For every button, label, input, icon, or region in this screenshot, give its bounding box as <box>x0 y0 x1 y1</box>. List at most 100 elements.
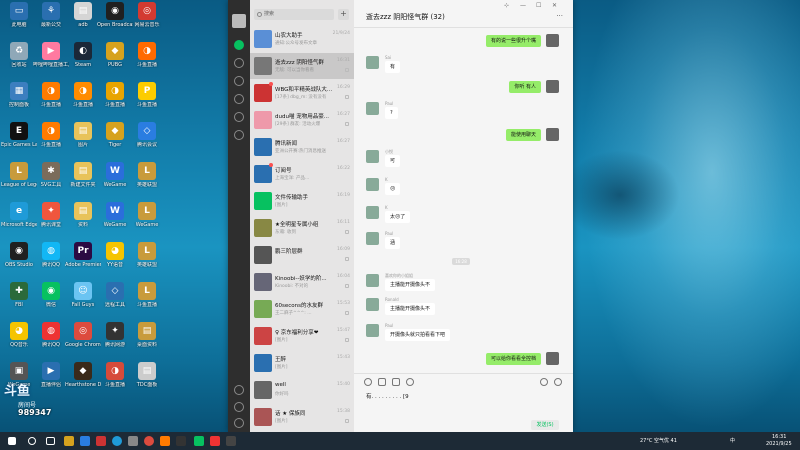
sender-avatar[interactable] <box>366 56 379 69</box>
taskbar-app-icon[interactable] <box>128 436 138 446</box>
desktop-icon[interactable]: ▤ TDC面板 <box>130 362 164 396</box>
taskbar-app-icon[interactable] <box>96 436 106 446</box>
received-message[interactable]: 主播能开摄像头不 <box>385 279 436 291</box>
sender-avatar[interactable] <box>366 298 379 311</box>
sender-avatar[interactable] <box>366 324 379 337</box>
maximize-button[interactable]: ☐ <box>536 2 541 9</box>
input-method[interactable]: 中 <box>730 437 735 444</box>
search-taskbar-icon[interactable] <box>28 437 36 445</box>
weather-widget[interactable]: 27°C 空气优 41 <box>640 437 677 444</box>
desktop-icon[interactable]: ◎ Google Chrome <box>65 322 101 356</box>
desktop-icon[interactable]: ▦ 控制面板 <box>2 82 36 116</box>
sender-avatar[interactable] <box>366 150 379 163</box>
start-icon[interactable] <box>8 437 16 445</box>
chat-nav-icon[interactable] <box>234 40 244 50</box>
chrome-icon[interactable] <box>144 436 154 446</box>
desktop-icon[interactable]: L 斗鱼直播 <box>130 282 164 316</box>
clock-time[interactable]: 16:31 <box>772 434 786 440</box>
desktop-icon[interactable]: P 斗鱼直播 <box>130 82 164 116</box>
desktop-icon[interactable]: ◆ PUBG <box>98 42 132 76</box>
desktop-icon[interactable]: ◕ YY语音 <box>98 242 132 276</box>
desktop-icon[interactable]: W WeGame <box>98 162 132 196</box>
desktop-icon[interactable]: e Microsoft Edge <box>1 202 37 236</box>
desktop-icon[interactable]: ◐ Steam <box>66 42 100 76</box>
received-message[interactable]: 涵 <box>385 237 401 249</box>
desktop-icon[interactable]: ◑ 斗鱼直播 <box>66 82 100 116</box>
desktop-icon[interactable]: ▤ 桌面资料 <box>130 322 164 356</box>
my-avatar[interactable] <box>546 34 559 47</box>
more-options-icon[interactable]: ··· <box>556 12 563 20</box>
favorites-nav-icon[interactable] <box>234 76 244 86</box>
desktop-icon[interactable]: E Epic Games Launcher <box>1 122 37 156</box>
conversation-item[interactable]: ♀ 京东福利分享❤ [图片] 15:47 <box>250 323 354 349</box>
conversation-item[interactable]: 王醉 [图片] 15:43 <box>250 350 354 376</box>
desktop-icon[interactable]: ✦ 腾讯网游 <box>98 322 132 356</box>
desktop-icon[interactable]: L 英雄联盟 <box>130 162 164 196</box>
conversation-item[interactable]: 山农大助手 通知:公众号发布文章 21/9/24 <box>250 26 354 52</box>
pin-icon[interactable]: ⊹ <box>504 2 509 9</box>
task-view-icon[interactable] <box>46 437 55 445</box>
taskbar-app-icon[interactable] <box>226 436 236 446</box>
douyu-icon[interactable] <box>160 436 170 446</box>
clock-date[interactable]: 2021/9/25 <box>766 441 792 447</box>
desktop-icon[interactable]: ✚ FBI <box>2 282 36 316</box>
my-avatar[interactable] <box>546 352 559 365</box>
sent-message[interactable]: 可以给你看看全控档 <box>485 353 541 365</box>
desktop-icon[interactable]: ▭ 此电脑 <box>2 2 36 36</box>
my-avatar[interactable] <box>546 80 559 93</box>
desktop-icon[interactable]: ◑ 斗鱼直播 <box>130 42 164 76</box>
sender-avatar[interactable] <box>366 206 379 219</box>
moments-nav-icon[interactable] <box>234 112 244 122</box>
desktop-icon[interactable]: ♻ 回收站 <box>2 42 36 76</box>
desktop-icon[interactable]: L League of Legends <box>1 162 37 196</box>
desktop-icon[interactable]: ▤ adb <box>66 2 100 36</box>
desktop-icon[interactable]: ◉ Open Broadcast... <box>97 2 133 36</box>
desktop-icon[interactable]: ◑ 斗鱼直播 <box>98 82 132 116</box>
phone-nav-icon[interactable] <box>234 385 244 395</box>
desktop-icon[interactable]: ◑ 斗鱼直播 <box>34 82 68 116</box>
desktop-icon[interactable]: ▤ 资料 <box>66 202 100 236</box>
sent-message[interactable]: 有的说一些很升个嘴 <box>485 35 541 47</box>
send-button[interactable]: 发送(S) <box>531 420 559 430</box>
received-message[interactable]: 可 <box>385 155 401 167</box>
chat-history-icon[interactable] <box>406 378 414 386</box>
conversation-item[interactable]: 订阅号 上海宝洋: 产品... 16:22 <box>250 161 354 187</box>
screenshot-icon[interactable] <box>392 378 400 386</box>
sender-avatar[interactable] <box>366 102 379 115</box>
desktop-icon[interactable]: ☺ Fall Guys <box>66 282 100 316</box>
sender-avatar[interactable] <box>366 274 379 287</box>
conversation-item[interactable]: dudu喵 宠物用品豪... [29条] 群友: 活动火爆 16:27 <box>250 107 354 133</box>
desktop-icon[interactable]: ◇ 腾讯会议 <box>130 122 164 156</box>
received-message[interactable]: 😐 <box>385 183 401 195</box>
sender-avatar[interactable] <box>366 178 379 191</box>
conversation-item[interactable]: well 你好吗 15:40 <box>250 377 354 403</box>
conversation-item[interactable]: WBG和平精英战队大... [17条] dbg_m: 没有没有 16:29 <box>250 80 354 106</box>
contacts-nav-icon[interactable] <box>234 58 244 68</box>
user-avatar[interactable] <box>232 14 246 28</box>
search-input[interactable]: 搜索 <box>254 9 334 20</box>
menu-nav-icon[interactable] <box>234 418 244 428</box>
desktop-icon[interactable]: ✦ 腾讯课堂 <box>34 202 68 236</box>
received-message[interactable]: ? <box>385 107 398 119</box>
emoji-icon[interactable] <box>364 378 372 386</box>
add-chat-button[interactable]: + <box>338 9 349 20</box>
miniprogram-nav-icon[interactable] <box>234 130 244 140</box>
desktop-icon[interactable]: ◎ 网易云音乐 <box>130 2 164 36</box>
sender-avatar[interactable] <box>366 232 379 245</box>
desktop-icon[interactable]: L 英雄联盟 <box>130 242 164 276</box>
conversation-item[interactable]: ★全明星专属小组 东瀚: 收到 16:11 <box>250 215 354 241</box>
received-message[interactable]: 主播能开摄像头不 <box>385 303 436 315</box>
desktop-icon[interactable]: ◑ 斗鱼直播 <box>98 362 132 396</box>
desktop-icon[interactable]: ◇ 远程工具 <box>98 282 132 316</box>
conversation-item[interactable]: 鹏三阶层群 16:09 <box>250 242 354 268</box>
desktop-icon[interactable]: ▤ 新建文件夹 <box>66 162 100 196</box>
desktop-icon[interactable]: ◍ 腾讯QQ <box>34 322 68 356</box>
sent-message[interactable]: 能使用聊天 <box>505 129 541 141</box>
desktop-icon[interactable]: ▤ 图片 <box>66 122 100 156</box>
desktop-icon[interactable]: ◑ 斗鱼直播 <box>34 122 68 156</box>
desktop-icon[interactable]: ◆ Hearthstone Deck Track... <box>65 362 101 396</box>
settings-nav-icon[interactable] <box>234 402 244 412</box>
taskbar-app-icon[interactable] <box>210 436 220 446</box>
desktop-icon[interactable]: ◉ 微信 <box>34 282 68 316</box>
received-message[interactable]: 太😐了 <box>385 211 411 223</box>
